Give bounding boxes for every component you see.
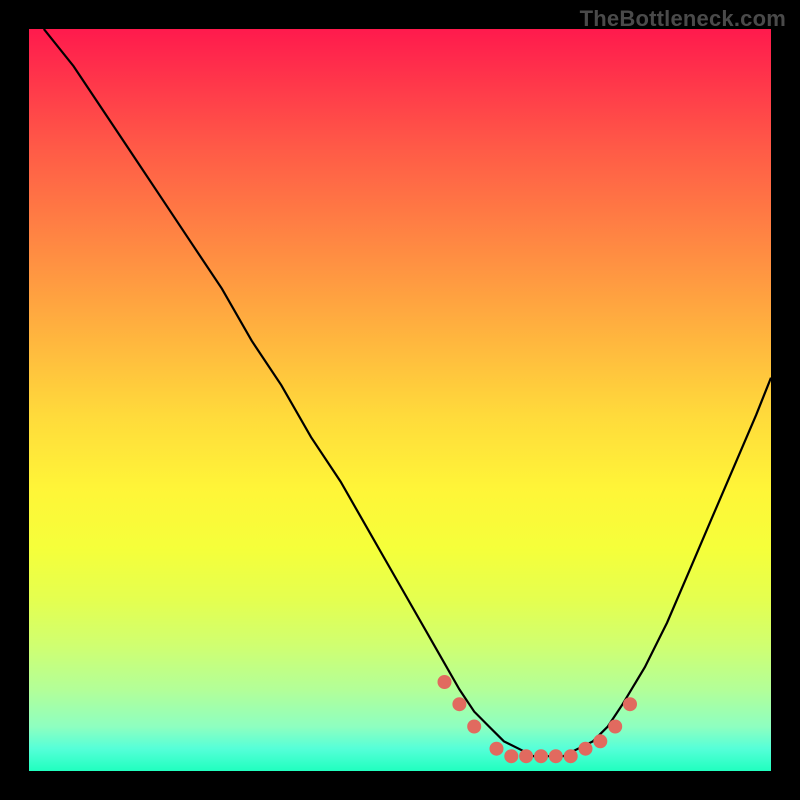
valley-dot <box>505 750 518 763</box>
valley-dot <box>594 735 607 748</box>
valley-dot <box>564 750 577 763</box>
valley-dot <box>579 742 592 755</box>
valley-dot <box>438 676 451 689</box>
bottleneck-curve <box>44 29 771 756</box>
chart-frame: TheBottleneck.com <box>0 0 800 800</box>
valley-dot <box>453 698 466 711</box>
valley-dot <box>535 750 548 763</box>
curve-layer <box>29 29 771 771</box>
valley-dot <box>520 750 533 763</box>
valley-dot <box>624 698 637 711</box>
valley-dot <box>549 750 562 763</box>
valley-dot <box>609 720 622 733</box>
valley-dot <box>468 720 481 733</box>
valley-dot <box>490 742 503 755</box>
valley-dots <box>438 676 637 763</box>
plot-area <box>29 29 771 771</box>
